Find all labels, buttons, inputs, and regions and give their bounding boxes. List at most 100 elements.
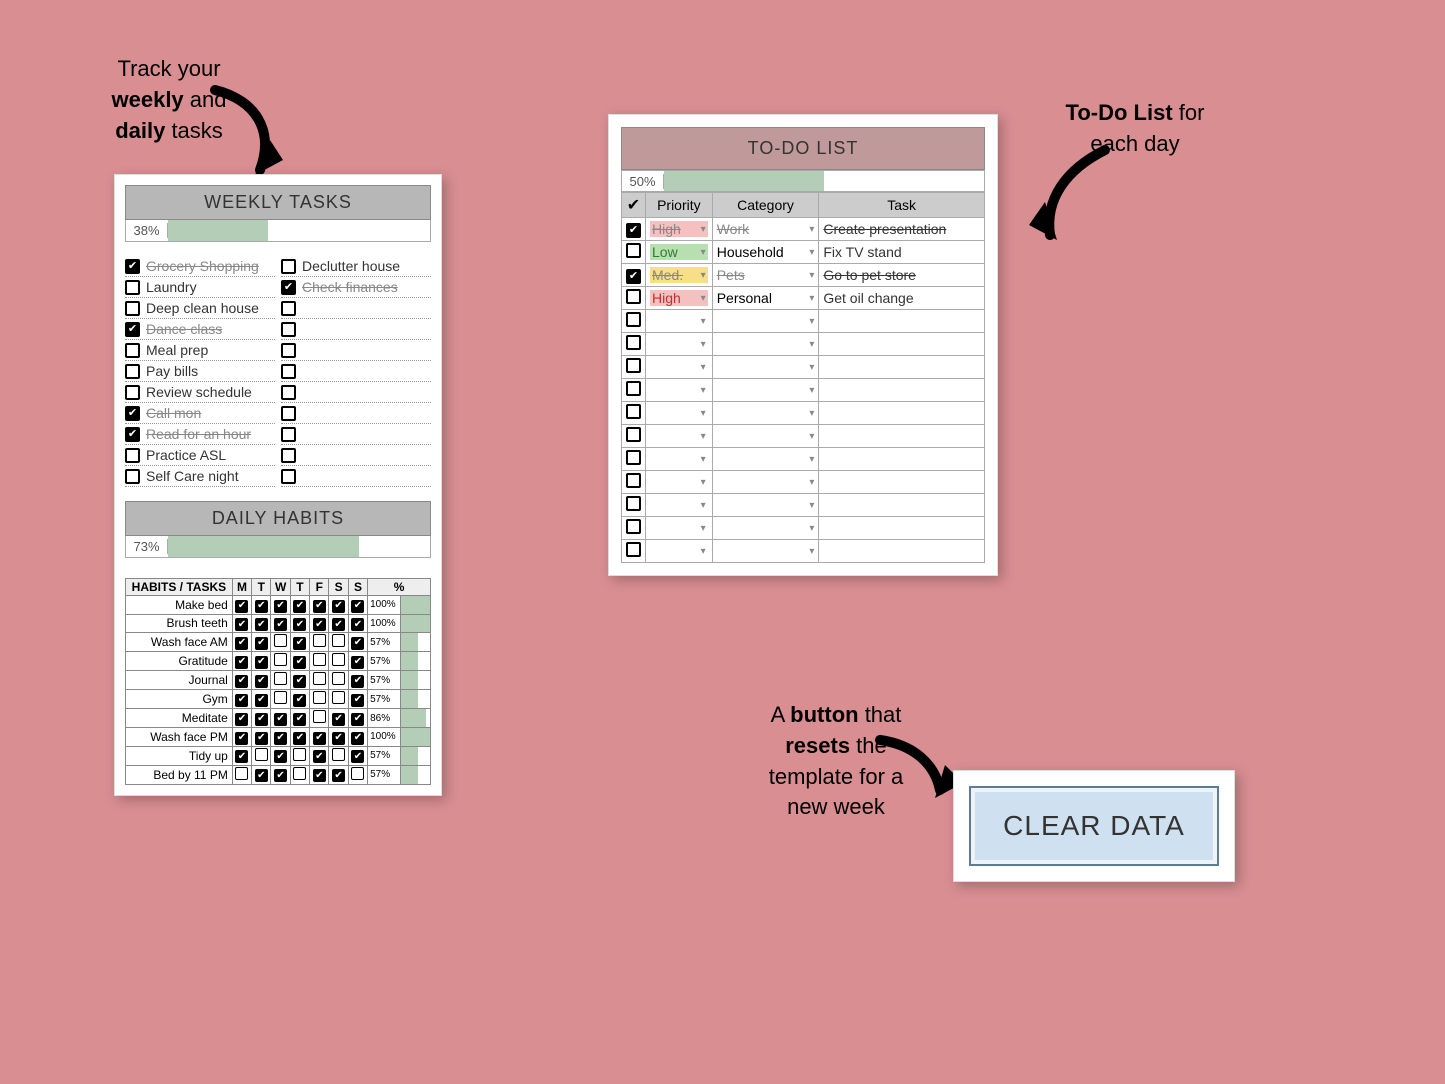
chevron-down-icon[interactable]: ▾: [809, 385, 814, 396]
checkbox[interactable]: [255, 748, 268, 761]
checkbox[interactable]: [313, 750, 326, 763]
checkbox[interactable]: [281, 280, 296, 295]
checkbox[interactable]: [626, 243, 641, 258]
checkbox[interactable]: [274, 713, 287, 726]
checkbox[interactable]: [255, 713, 268, 726]
chevron-down-icon[interactable]: ▾: [809, 247, 814, 258]
checkbox[interactable]: [255, 656, 268, 669]
chevron-down-icon[interactable]: ▾: [701, 224, 706, 235]
checkbox[interactable]: [351, 732, 364, 745]
checkbox[interactable]: [626, 223, 641, 238]
checkbox[interactable]: [313, 634, 326, 647]
task-cell[interactable]: Go to pet store: [819, 264, 985, 287]
task-cell[interactable]: Fix TV stand: [819, 241, 985, 264]
chevron-down-icon[interactable]: ▾: [701, 408, 706, 419]
checkbox[interactable]: [313, 710, 326, 723]
checkbox[interactable]: [313, 672, 326, 685]
chevron-down-icon[interactable]: ▾: [701, 316, 706, 327]
chevron-down-icon[interactable]: ▾: [701, 385, 706, 396]
task-cell[interactable]: [819, 540, 985, 563]
chevron-down-icon[interactable]: ▾: [809, 431, 814, 442]
checkbox[interactable]: [274, 634, 287, 647]
checkbox[interactable]: [274, 769, 287, 782]
checkbox[interactable]: [125, 322, 140, 337]
priority-cell[interactable]: Low▾: [646, 241, 713, 264]
priority-cell[interactable]: High▾: [646, 287, 713, 310]
checkbox[interactable]: [332, 748, 345, 761]
task-cell[interactable]: [819, 356, 985, 379]
checkbox[interactable]: [255, 600, 268, 613]
priority-cell[interactable]: ▾: [646, 379, 713, 402]
chevron-down-icon[interactable]: ▾: [701, 477, 706, 488]
chevron-down-icon[interactable]: ▾: [809, 316, 814, 327]
checkbox[interactable]: [281, 322, 296, 337]
checkbox[interactable]: [626, 450, 641, 465]
chevron-down-icon[interactable]: ▾: [809, 224, 814, 235]
priority-cell[interactable]: ▾: [646, 402, 713, 425]
category-cell[interactable]: ▾: [712, 517, 819, 540]
priority-cell[interactable]: ▾: [646, 471, 713, 494]
priority-cell[interactable]: ▾: [646, 448, 713, 471]
chevron-down-icon[interactable]: ▾: [701, 523, 706, 534]
checkbox[interactable]: [274, 653, 287, 666]
chevron-down-icon[interactable]: ▾: [809, 477, 814, 488]
checkbox[interactable]: [274, 618, 287, 631]
priority-cell[interactable]: Med.▾: [646, 264, 713, 287]
checkbox[interactable]: [235, 750, 248, 763]
checkbox[interactable]: [332, 732, 345, 745]
checkbox[interactable]: [235, 675, 248, 688]
checkbox[interactable]: [313, 732, 326, 745]
task-cell[interactable]: Create presentation: [819, 218, 985, 241]
checkbox[interactable]: [125, 385, 140, 400]
checkbox[interactable]: [626, 381, 641, 396]
category-cell[interactable]: Pets▾: [712, 264, 819, 287]
priority-cell[interactable]: ▾: [646, 540, 713, 563]
task-cell[interactable]: [819, 379, 985, 402]
checkbox[interactable]: [351, 767, 364, 780]
checkbox[interactable]: [351, 600, 364, 613]
checkbox[interactable]: [626, 404, 641, 419]
checkbox[interactable]: [125, 301, 140, 316]
checkbox[interactable]: [626, 496, 641, 511]
checkbox[interactable]: [626, 358, 641, 373]
checkbox[interactable]: [626, 519, 641, 534]
checkbox[interactable]: [281, 364, 296, 379]
checkbox[interactable]: [293, 600, 306, 613]
chevron-down-icon[interactable]: ▾: [809, 454, 814, 465]
checkbox[interactable]: [332, 634, 345, 647]
checkbox[interactable]: [332, 600, 345, 613]
checkbox[interactable]: [332, 653, 345, 666]
checkbox[interactable]: [293, 637, 306, 650]
checkbox[interactable]: [351, 637, 364, 650]
checkbox[interactable]: [293, 618, 306, 631]
checkbox[interactable]: [281, 448, 296, 463]
checkbox[interactable]: [255, 675, 268, 688]
checkbox[interactable]: [255, 769, 268, 782]
checkbox[interactable]: [626, 335, 641, 350]
checkbox[interactable]: [351, 750, 364, 763]
priority-cell[interactable]: ▾: [646, 494, 713, 517]
checkbox[interactable]: [255, 732, 268, 745]
checkbox[interactable]: [332, 769, 345, 782]
priority-cell[interactable]: ▾: [646, 356, 713, 379]
checkbox[interactable]: [235, 637, 248, 650]
checkbox[interactable]: [332, 672, 345, 685]
checkbox[interactable]: [313, 691, 326, 704]
checkbox[interactable]: [626, 542, 641, 557]
checkbox[interactable]: [235, 600, 248, 613]
checkbox[interactable]: [274, 600, 287, 613]
checkbox[interactable]: [351, 713, 364, 726]
checkbox[interactable]: [626, 289, 641, 304]
task-cell[interactable]: [819, 425, 985, 448]
checkbox[interactable]: [281, 385, 296, 400]
category-cell[interactable]: ▾: [712, 471, 819, 494]
priority-cell[interactable]: ▾: [646, 517, 713, 540]
chevron-down-icon[interactable]: ▾: [701, 247, 706, 258]
checkbox[interactable]: [626, 473, 641, 488]
checkbox[interactable]: [351, 694, 364, 707]
checkbox[interactable]: [626, 312, 641, 327]
category-cell[interactable]: ▾: [712, 310, 819, 333]
checkbox[interactable]: [274, 672, 287, 685]
checkbox[interactable]: [313, 618, 326, 631]
category-cell[interactable]: ▾: [712, 540, 819, 563]
